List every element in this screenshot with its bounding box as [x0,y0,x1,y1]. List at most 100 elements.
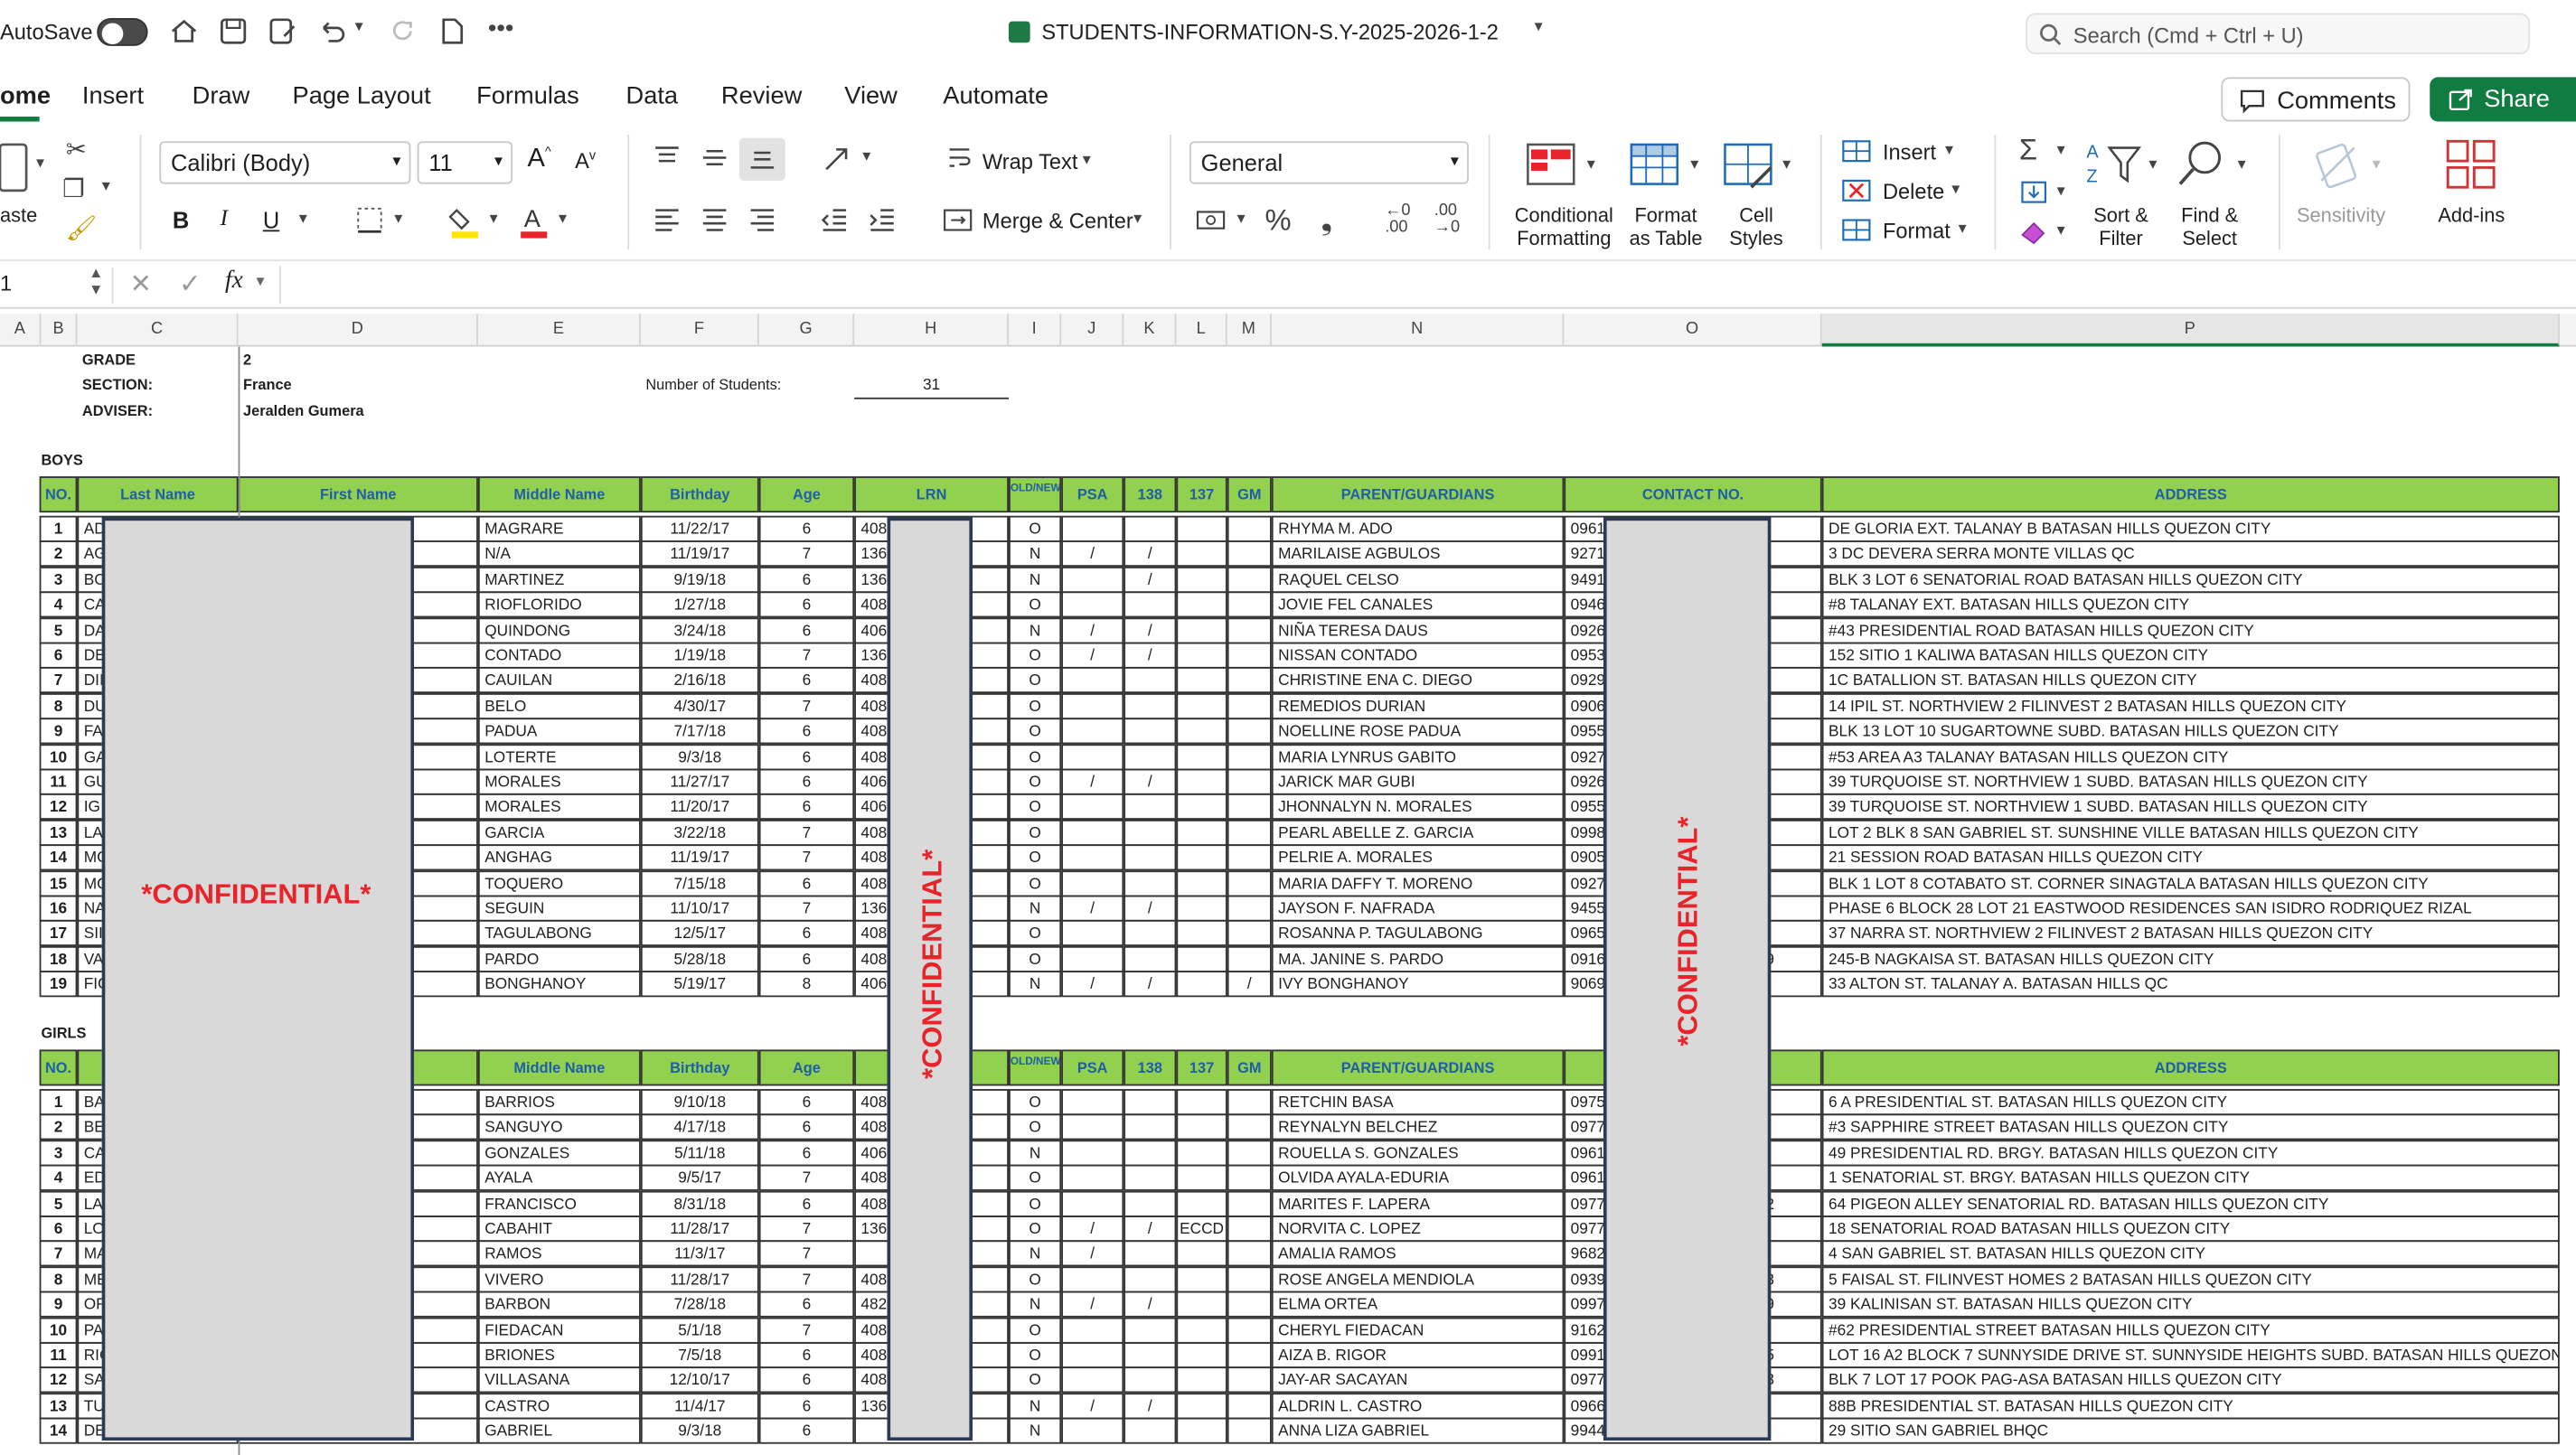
cell-no[interactable]: 5 [39,616,78,643]
boys-header-lrn[interactable]: LRN [854,476,1010,513]
column-header-a[interactable]: A [0,314,42,347]
increase-decimal-icon[interactable]: ←0.00 [1385,202,1410,236]
cell-address[interactable]: LOT 16 A2 BLOCK 7 SUNNYSIDE DRIVE ST. SU… [1821,1341,2560,1369]
cell-styles-dropdown-icon[interactable]: ▾ [1782,157,1791,174]
cell-c137[interactable] [1176,515,1227,542]
cell-psa[interactable] [1061,667,1124,694]
decrease-decimal-icon[interactable]: .00 →0 [1434,202,1460,236]
cell-middle[interactable]: VILLASANA [477,1366,641,1394]
column-header-l[interactable]: L [1176,314,1227,347]
cell-birthday[interactable]: 11/10/17 [640,895,759,922]
new-document-icon[interactable] [437,16,466,46]
cell-address[interactable]: #43 PRESIDENTIAL ROAD BATASAN HILLS QUEZ… [1821,616,2560,643]
conditional-formatting-icon[interactable] [1525,141,1581,191]
cell-parent[interactable]: JARICK MAR GUBI [1271,768,1565,795]
cell-c138[interactable]: / [1123,768,1177,795]
save-icon[interactable] [219,16,249,46]
underline-dropdown-icon[interactable]: ▾ [299,211,307,228]
cell-age[interactable]: 6 [758,1417,855,1445]
cell-psa[interactable] [1061,1140,1124,1167]
paste-label[interactable]: aste [0,203,37,226]
cell-age[interactable]: 7 [758,1216,855,1243]
font-color-icon[interactable]: A [518,203,550,239]
cell-no[interactable]: 11 [39,768,78,795]
cell-c137[interactable] [1176,793,1227,821]
cell-age[interactable]: 6 [758,1341,855,1369]
cell-no[interactable]: 6 [39,642,78,669]
merge-center-icon[interactable] [943,207,973,233]
cell-c137[interactable] [1176,1140,1227,1167]
cell-psa[interactable] [1061,1341,1124,1369]
comments-button[interactable]: Comments [2221,77,2411,122]
cell-middle[interactable]: N/A [477,540,641,568]
cell-birthday[interactable]: 7/17/18 [640,718,759,745]
cell-c138[interactable]: / [1123,642,1177,669]
cell-birthday[interactable]: 3/24/18 [640,616,759,643]
cell-age[interactable]: 6 [758,920,855,947]
italic-icon[interactable]: I [221,207,228,233]
cell-no[interactable]: 4 [39,591,78,618]
cell-age[interactable]: 6 [758,1291,855,1319]
cell-address[interactable]: PHASE 6 BLOCK 28 LOT 21 EASTWOOD RESIDEN… [1821,895,2560,922]
cell-oldnew[interactable]: O [1009,1089,1062,1116]
chevron-down-icon[interactable]: ▾ [257,273,265,291]
fill-color-dropdown-icon[interactable]: ▾ [490,211,498,228]
cell-parent[interactable]: OLVIDA AYALA-EDURIA [1271,1165,1565,1192]
cell-styles-label[interactable]: Cell Styles [1712,203,1800,249]
column-header-j[interactable]: J [1061,314,1124,347]
cell-parent[interactable]: RHYMA M. ADO [1271,515,1565,542]
cell-address[interactable]: #3 SAPPHIRE STREET BATASAN HILLS QUEZON … [1821,1114,2560,1141]
cell-psa[interactable]: / [1061,616,1124,643]
merge-center-label[interactable]: Merge & Center [982,210,1133,233]
cell-parent[interactable]: ALDRIN L. CASTRO [1271,1392,1565,1420]
bold-icon[interactable]: B [173,207,189,233]
cell-age[interactable]: 6 [758,743,855,770]
find-select-icon[interactable] [2176,138,2232,191]
cell-psa[interactable] [1061,743,1124,770]
autosave-toggle[interactable] [97,17,148,46]
merge-center-dropdown-icon[interactable]: ▾ [1133,211,1142,228]
cell-birthday[interactable]: 9/19/18 [640,566,759,593]
insert-dropdown-icon[interactable]: ▾ [1945,142,1953,159]
girls-header-no[interactable]: NO. [39,1049,78,1086]
cell-age[interactable]: 6 [758,1114,855,1141]
cell-no[interactable]: 9 [39,718,78,745]
decrease-indent-icon[interactable] [820,207,850,233]
cell-age[interactable]: 7 [758,819,855,846]
cell-c138[interactable]: / [1123,1392,1177,1420]
insert-cells-label[interactable]: Insert [1883,140,1936,164]
cell-parent[interactable]: ROSE ANGELA MENDIOLA [1271,1266,1565,1293]
cell-psa[interactable] [1061,1089,1124,1116]
cell-psa[interactable] [1061,515,1124,542]
cell-age[interactable]: 6 [758,1089,855,1116]
redo-icon[interactable] [388,16,418,46]
cell-c137[interactable] [1176,1165,1227,1192]
cell-no[interactable]: 4 [39,1165,78,1192]
cell-gm[interactable] [1227,642,1272,669]
cell-oldnew[interactable]: O [1009,718,1062,745]
cell-birthday[interactable]: 1/27/18 [640,591,759,618]
cell-middle[interactable]: GARCIA [477,819,641,846]
copy-dropdown-icon[interactable]: ▾ [102,178,110,195]
cell-c137[interactable] [1176,1291,1227,1319]
cell-psa[interactable]: / [1061,1240,1124,1268]
font-color-dropdown-icon[interactable]: ▾ [559,211,567,228]
save-as-icon[interactable] [268,16,297,46]
cell-c138[interactable] [1123,793,1177,821]
cell-no[interactable]: 10 [39,1316,78,1344]
cell-oldnew[interactable]: O [1009,743,1062,770]
girls-header-birthday[interactable]: Birthday [640,1049,759,1086]
cell-middle[interactable]: FIEDACAN [477,1316,641,1344]
cell-oldnew[interactable]: O [1009,591,1062,618]
cell-address[interactable]: #62 PRESIDENTIAL STREET BATASAN HILLS QU… [1821,1316,2560,1344]
align-bottom-button[interactable] [738,137,785,181]
cell-no[interactable]: 16 [39,895,78,922]
cell-c138[interactable] [1123,1114,1177,1141]
column-header-h[interactable]: H [854,314,1010,347]
girls-header-address[interactable]: ADDRESS [1821,1049,2560,1086]
cell-age[interactable]: 6 [758,945,855,972]
cell-birthday[interactable]: 7/28/18 [640,1291,759,1319]
cell-age[interactable]: 7 [758,895,855,922]
font-name-select[interactable]: Calibri (Body) ▾ [159,141,411,184]
cell-c138[interactable] [1123,920,1177,947]
